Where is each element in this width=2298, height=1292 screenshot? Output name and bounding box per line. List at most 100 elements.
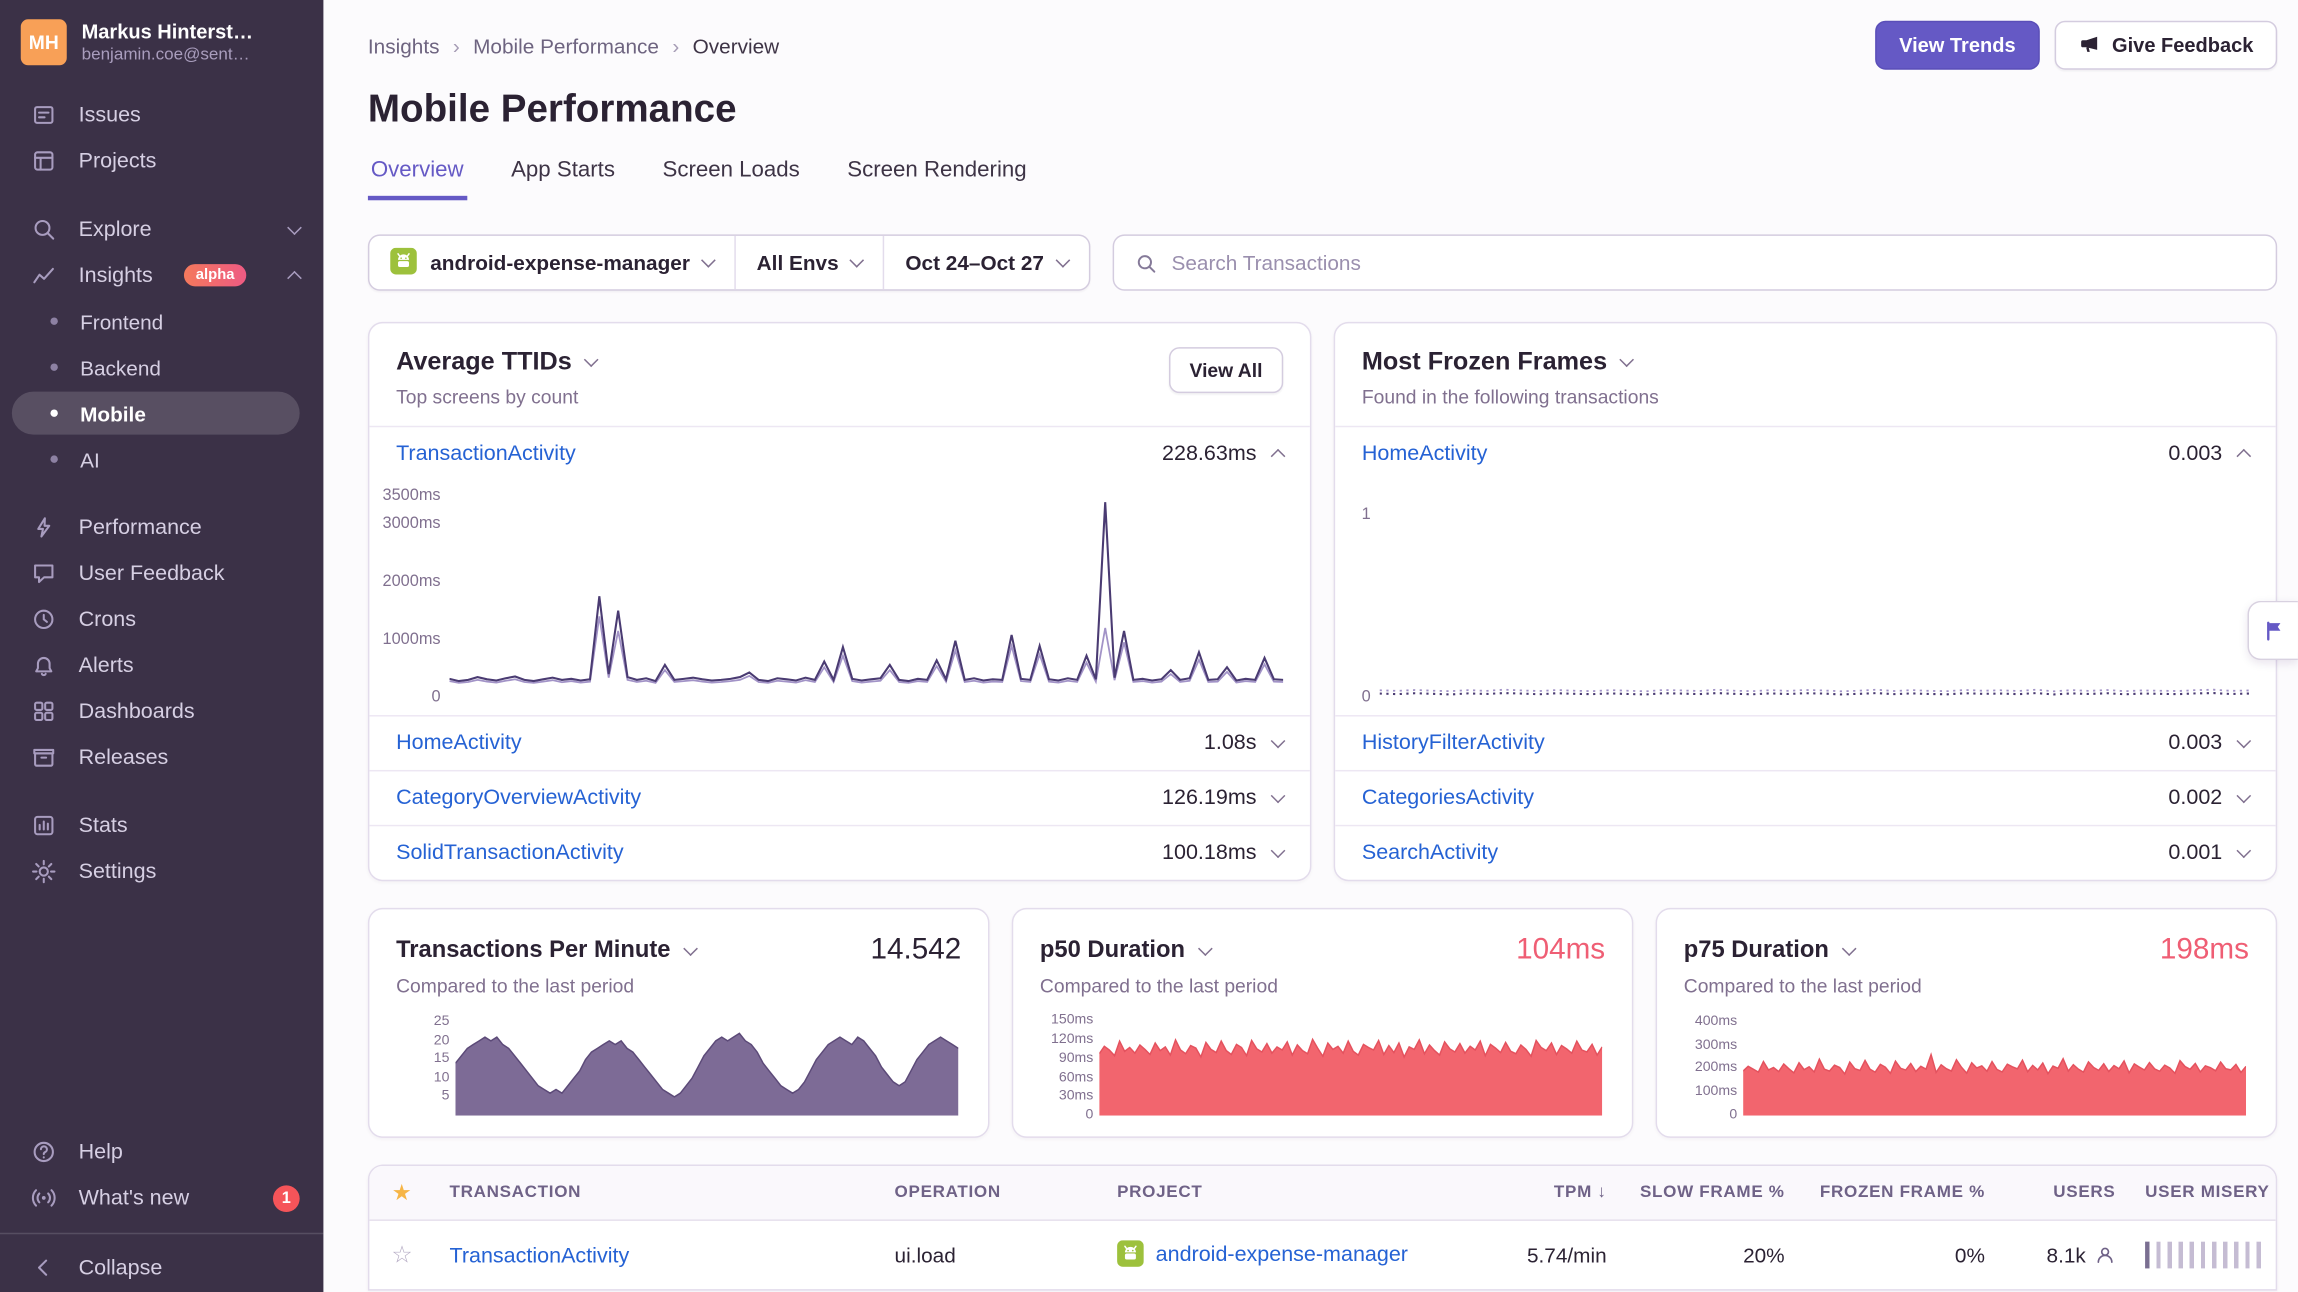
breadcrumb-overview: Overview <box>693 33 780 57</box>
bullet-icon <box>50 455 57 462</box>
give-feedback-button[interactable]: Give Feedback <box>2054 21 2277 70</box>
table-row[interactable]: ☆ TransactionActivity ui.load android-ex… <box>369 1221 2275 1289</box>
sidebar-item-label: Settings <box>79 860 157 884</box>
sidebar-item-alerts[interactable]: Alerts <box>0 642 323 688</box>
frozen-frames-chart: 10 <box>1335 481 2276 715</box>
ttid-value: 100.18ms <box>1162 841 1256 865</box>
chevron-down-icon[interactable] <box>2236 789 2251 804</box>
date-range-selector[interactable]: Oct 24–Oct 27 <box>883 236 1088 289</box>
average-ttids-title[interactable]: Average TTIDs <box>396 347 1169 377</box>
project-link[interactable]: android-expense-manager <box>1156 1243 1408 1267</box>
column-header-transaction[interactable]: TRANSACTION <box>435 1184 880 1202</box>
chevron-down-icon[interactable] <box>2236 734 2251 749</box>
column-header-users[interactable]: USERS <box>2000 1184 2131 1202</box>
ttid-row-home-activity[interactable]: HomeActivity 1.08s <box>369 715 1310 770</box>
sidebar-item-mobile[interactable]: Mobile <box>12 392 300 435</box>
column-header-frozen-frame[interactable]: FROZEN FRAME % <box>1799 1184 1999 1202</box>
sidebar-item-explore[interactable]: Explore <box>0 206 323 252</box>
most-frozen-frames-title[interactable]: Most Frozen Frames <box>1362 347 2249 377</box>
feedback-fab[interactable] <box>2248 601 2298 660</box>
search-input[interactable] <box>1172 251 2255 275</box>
transaction-link[interactable]: CategoryOverviewActivity <box>396 786 641 810</box>
sidebar-item-stats[interactable]: Stats <box>0 803 323 849</box>
sidebar-item-label: Projects <box>79 149 157 173</box>
breadcrumb-mobile-performance[interactable]: Mobile Performance <box>473 33 659 57</box>
tpm-chart: 252015105 <box>396 997 961 1119</box>
chevron-down-icon[interactable] <box>1271 843 1286 858</box>
projects-icon <box>31 148 56 173</box>
sidebar-item-performance[interactable]: Performance <box>0 504 323 550</box>
ttid-value: 126.19ms <box>1162 786 1256 810</box>
sidebar-item-dashboards[interactable]: Dashboards <box>0 688 323 734</box>
chevron-down-icon[interactable] <box>2236 843 2251 858</box>
card-title[interactable]: p50 Duration <box>1040 937 1185 964</box>
sidebar-item-projects[interactable]: Projects <box>0 138 323 184</box>
sidebar-item-releases[interactable]: Releases <box>0 734 323 780</box>
view-trends-button[interactable]: View Trends <box>1875 21 2039 70</box>
chevron-down-icon[interactable] <box>1271 734 1286 749</box>
card-title[interactable]: p75 Duration <box>1684 937 1829 964</box>
frozen-row-home-activity[interactable]: HomeActivity 0.003 <box>1335 426 2276 481</box>
p50-duration-card: p50 Duration 104ms Compared to the last … <box>1012 908 1634 1138</box>
tpm-value: 14.542 <box>871 933 962 967</box>
transaction-link[interactable]: CategoriesActivity <box>1362 786 1534 810</box>
sidebar-item-settings[interactable]: Settings <box>0 849 323 895</box>
transaction-link[interactable]: SolidTransactionActivity <box>396 841 624 865</box>
star-filled-icon[interactable]: ★ <box>392 1181 413 1206</box>
issues-icon <box>31 102 56 127</box>
column-header-slow-frame[interactable]: SLOW FRAME % <box>1621 1184 1799 1202</box>
chevron-down-icon[interactable] <box>1842 941 1857 956</box>
chevron-up-icon[interactable] <box>1271 449 1286 464</box>
transaction-link[interactable]: TransactionActivity <box>396 442 576 466</box>
tab-overview[interactable]: Overview <box>368 157 467 200</box>
chevron-up-icon[interactable] <box>2236 449 2251 464</box>
tab-screen-loads[interactable]: Screen Loads <box>660 157 803 200</box>
column-header-project[interactable]: PROJECT <box>1102 1184 1473 1202</box>
transaction-link[interactable]: TransactionActivity <box>450 1244 630 1268</box>
view-all-button[interactable]: View All <box>1169 347 1283 393</box>
sidebar-item-user-feedback[interactable]: User Feedback <box>0 550 323 596</box>
sidebar-item-ai[interactable]: AI <box>12 438 300 481</box>
p75-value: 198ms <box>2160 933 2249 967</box>
project-selector[interactable]: android-expense-manager <box>369 236 734 289</box>
transaction-link[interactable]: SearchActivity <box>1362 841 1498 865</box>
star-outline-icon[interactable]: ☆ <box>391 1243 412 1268</box>
frozen-row-search-activity[interactable]: SearchActivity 0.001 <box>1335 825 2276 880</box>
android-platform-icon <box>390 247 417 278</box>
breadcrumb-insights[interactable]: Insights <box>368 33 440 57</box>
sidebar-item-backend[interactable]: Backend <box>12 346 300 389</box>
sidebar-item-crons[interactable]: Crons <box>0 596 323 642</box>
sidebar-item-help[interactable]: Help <box>0 1129 323 1175</box>
tab-screen-rendering[interactable]: Screen Rendering <box>844 157 1029 200</box>
sidebar-item-insights[interactable]: Insights alpha <box>0 252 323 298</box>
sidebar-item-frontend[interactable]: Frontend <box>12 300 300 343</box>
sidebar-item-whats-new[interactable]: What's new 1 <box>0 1175 323 1221</box>
card-subtitle: Compared to the last period <box>396 975 961 997</box>
user-menu[interactable]: MH Markus Hinterst… benjamin.coe@sent… <box>0 0 323 80</box>
chevron-down-icon[interactable] <box>683 941 698 956</box>
search-icon <box>31 217 56 242</box>
sidebar-collapse-button[interactable]: Collapse <box>0 1233 323 1292</box>
card-title[interactable]: Transactions Per Minute <box>396 937 670 964</box>
chevron-down-icon[interactable] <box>1271 789 1286 804</box>
p50-chart-yaxis: 150ms120ms90ms60ms30ms0 <box>1040 1015 1099 1116</box>
transaction-link[interactable]: HistoryFilterActivity <box>1362 731 1545 755</box>
transaction-link[interactable]: HomeActivity <box>1362 442 1488 466</box>
ttid-row-category-overview-activity[interactable]: CategoryOverviewActivity 126.19ms <box>369 770 1310 825</box>
page-title: Mobile Performance <box>368 86 2277 132</box>
frozen-row-history-filter-activity[interactable]: HistoryFilterActivity 0.003 <box>1335 715 2276 770</box>
frozen-chart-yaxis: 10 <box>1335 487 1380 698</box>
column-header-tpm[interactable]: TPM ↓ <box>1473 1184 1621 1202</box>
frozen-row-categories-activity[interactable]: CategoriesActivity 0.002 <box>1335 770 2276 825</box>
tab-app-starts[interactable]: App Starts <box>508 157 618 200</box>
transaction-link[interactable]: HomeActivity <box>396 731 522 755</box>
ttid-row-transaction-activity[interactable]: TransactionActivity 228.63ms <box>369 426 1310 481</box>
sidebar-item-issues[interactable]: Issues <box>0 92 323 138</box>
bullet-icon <box>50 409 57 416</box>
frozen-value: 0.002 <box>2168 786 2222 810</box>
chevron-down-icon[interactable] <box>1198 941 1213 956</box>
environment-selector[interactable]: All Envs <box>734 236 883 289</box>
ttid-row-solid-transaction-activity[interactable]: SolidTransactionActivity 100.18ms <box>369 825 1310 880</box>
column-header-operation[interactable]: OPERATION <box>880 1184 1103 1202</box>
column-header-user-misery[interactable]: USER MISERY <box>2130 1184 2277 1202</box>
